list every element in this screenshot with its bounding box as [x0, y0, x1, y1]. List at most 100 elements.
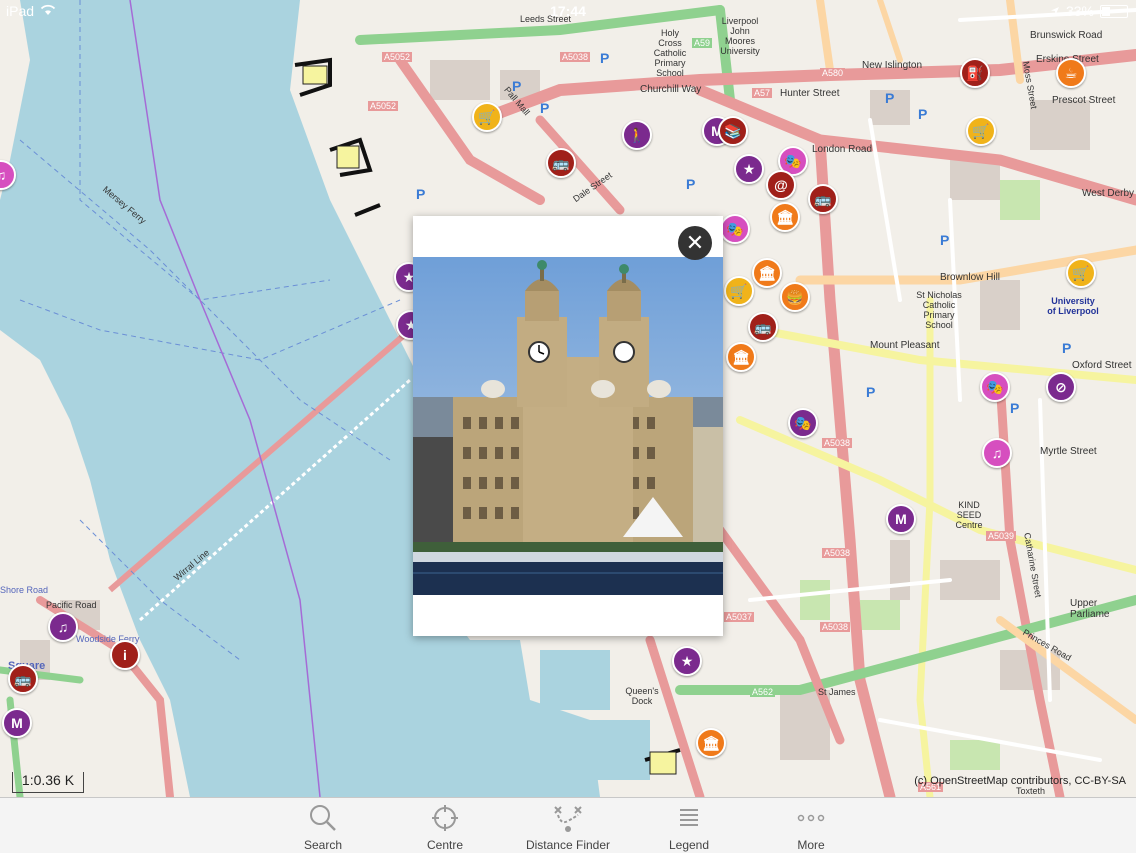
metro-icon[interactable]: M	[2, 708, 32, 738]
parking-icon: P	[1010, 400, 1020, 416]
star-attraction-icon[interactable]: ★	[672, 646, 702, 676]
legend-label: Legend	[668, 838, 710, 852]
shopping-cart-icon[interactable]: 🛒	[724, 276, 754, 306]
list-icon	[639, 802, 739, 834]
parking-icon: P	[1062, 340, 1072, 356]
map-label: Mount Pleasant	[870, 340, 940, 351]
poi-photo-popup: ✕	[413, 216, 723, 636]
clock: 17:44	[550, 3, 586, 19]
search-label: Search	[303, 838, 343, 852]
internet-cafe-icon[interactable]: @	[766, 170, 796, 200]
centre-tab[interactable]: Centre	[395, 798, 495, 853]
theatre-icon[interactable]: 🎭	[980, 372, 1010, 402]
map-label: Holy Cross Catholic Primary School	[653, 28, 687, 78]
library-icon[interactable]: 📚	[718, 116, 748, 146]
parking-icon: P	[600, 50, 610, 66]
music-venue-icon[interactable]: ♫	[982, 438, 1012, 468]
route-distance-icon	[518, 802, 618, 834]
parking-icon: P	[512, 78, 522, 94]
map-label: Pacific Road	[46, 600, 97, 610]
map-label: London Road	[812, 144, 873, 155]
battery-percent: 33%	[1065, 3, 1094, 19]
road-shield: A57	[752, 88, 773, 98]
close-popup-button[interactable]: ✕	[678, 226, 712, 260]
road-shield: A5037	[724, 612, 755, 622]
parking-icon: P	[940, 232, 950, 248]
road-shield: A5038	[822, 438, 853, 448]
road-shield: A5052	[368, 101, 399, 111]
parking-icon: P	[416, 186, 426, 202]
theatre-icon[interactable]: 🎭	[720, 214, 750, 244]
legend-tab[interactable]: Legend	[639, 798, 739, 853]
shopping-cart-icon[interactable]: 🛒	[966, 116, 996, 146]
map-label: New Islington	[862, 60, 923, 71]
road-shield: A5038	[822, 548, 853, 558]
close-icon: ✕	[685, 230, 705, 255]
theatre-masks-icon[interactable]: 🎭	[788, 408, 818, 438]
ellipsis-icon	[761, 802, 861, 834]
crosshair-icon	[395, 802, 495, 834]
info-icon[interactable]: i	[110, 640, 140, 670]
shopping-cart-icon[interactable]: 🛒	[1066, 258, 1096, 288]
royal-liver-building-photo	[413, 257, 723, 595]
map-label: Myrtle Street	[1040, 446, 1097, 457]
road-shield: A580	[820, 68, 846, 78]
distance-finder-tab[interactable]: Distance Finder	[518, 798, 618, 853]
map-label: Churchill Way	[640, 84, 702, 95]
map-label: Toxteth	[1016, 786, 1046, 796]
map-label: Prescot Street	[1052, 95, 1116, 106]
more-tab[interactable]: More	[761, 798, 861, 853]
map-label: Liverpool John Moores University	[720, 16, 760, 56]
distance-finder-label: Distance Finder	[525, 838, 611, 852]
map-label: St Nicholas Catholic Primary School	[916, 290, 962, 330]
fast-food-icon[interactable]: 🍔	[780, 282, 810, 312]
tram-icon[interactable]: 🚌	[546, 148, 576, 178]
map-label: University of Liverpool	[1047, 296, 1099, 316]
parking-icon: P	[540, 100, 550, 116]
cafe-icon[interactable]: ☕	[1056, 58, 1086, 88]
road-shield: A59	[692, 38, 713, 48]
search-tab[interactable]: Search	[273, 798, 373, 853]
parking-icon: P	[918, 106, 928, 122]
map-label: Shore Road	[0, 585, 49, 595]
walking-tour-icon[interactable]: 🚶	[622, 120, 652, 150]
tram-icon[interactable]: 🚌	[808, 184, 838, 214]
battery-icon	[1100, 4, 1128, 18]
tram-icon[interactable]: 🚌	[748, 312, 778, 342]
location-arrow-icon	[1050, 3, 1060, 19]
map-label: Hunter Street	[780, 88, 840, 99]
no-entry-icon[interactable]: ⊘	[1046, 372, 1076, 402]
star-attraction-icon[interactable]: ★	[734, 154, 764, 184]
map-label: Brunswick Road	[1030, 30, 1103, 41]
search-icon	[273, 802, 373, 834]
bottom-toolbar: Search Centre Distance Finder Legend Mor…	[0, 797, 1136, 853]
shopping-cart-icon[interactable]: 🛒	[472, 102, 502, 132]
parking-icon: P	[866, 384, 876, 400]
parking-icon: P	[885, 90, 895, 106]
map-attribution: (c) OpenStreetMap contributors, CC-BY-SA	[914, 775, 1126, 787]
scale-bar: 1:0.36 K	[12, 772, 84, 793]
museum-icon[interactable]: 🏛	[726, 342, 756, 372]
museum-icon[interactable]: 🏛	[696, 728, 726, 758]
map-label: West Derby	[1082, 188, 1135, 199]
museum-icon[interactable]: 🏛	[752, 258, 782, 288]
map-label: Queen's Dock	[625, 686, 659, 706]
music-venue-icon[interactable]: ♫	[48, 612, 78, 642]
map-label: St James	[818, 687, 856, 697]
map-label: Brownlow Hill	[940, 272, 1001, 283]
metro-icon[interactable]: M	[886, 504, 916, 534]
road-shield: A5038	[820, 622, 851, 632]
museum-icon[interactable]: 🏛	[770, 202, 800, 232]
road-shield: A5052	[382, 52, 413, 62]
fuel-icon[interactable]: ⛽	[960, 58, 990, 88]
map-label: Upper Parliame	[1070, 598, 1110, 620]
parking-icon: P	[686, 176, 696, 192]
road-shield: A562	[750, 687, 776, 697]
status-bar: iPad 17:44 33%	[0, 0, 1136, 22]
centre-label: Centre	[426, 838, 464, 852]
road-shield: A5039	[986, 531, 1017, 541]
road-shield: A5038	[560, 52, 591, 62]
map-label: Oxford Street	[1072, 360, 1132, 371]
tram-icon[interactable]: 🚌	[8, 664, 38, 694]
more-label: More	[797, 838, 825, 852]
